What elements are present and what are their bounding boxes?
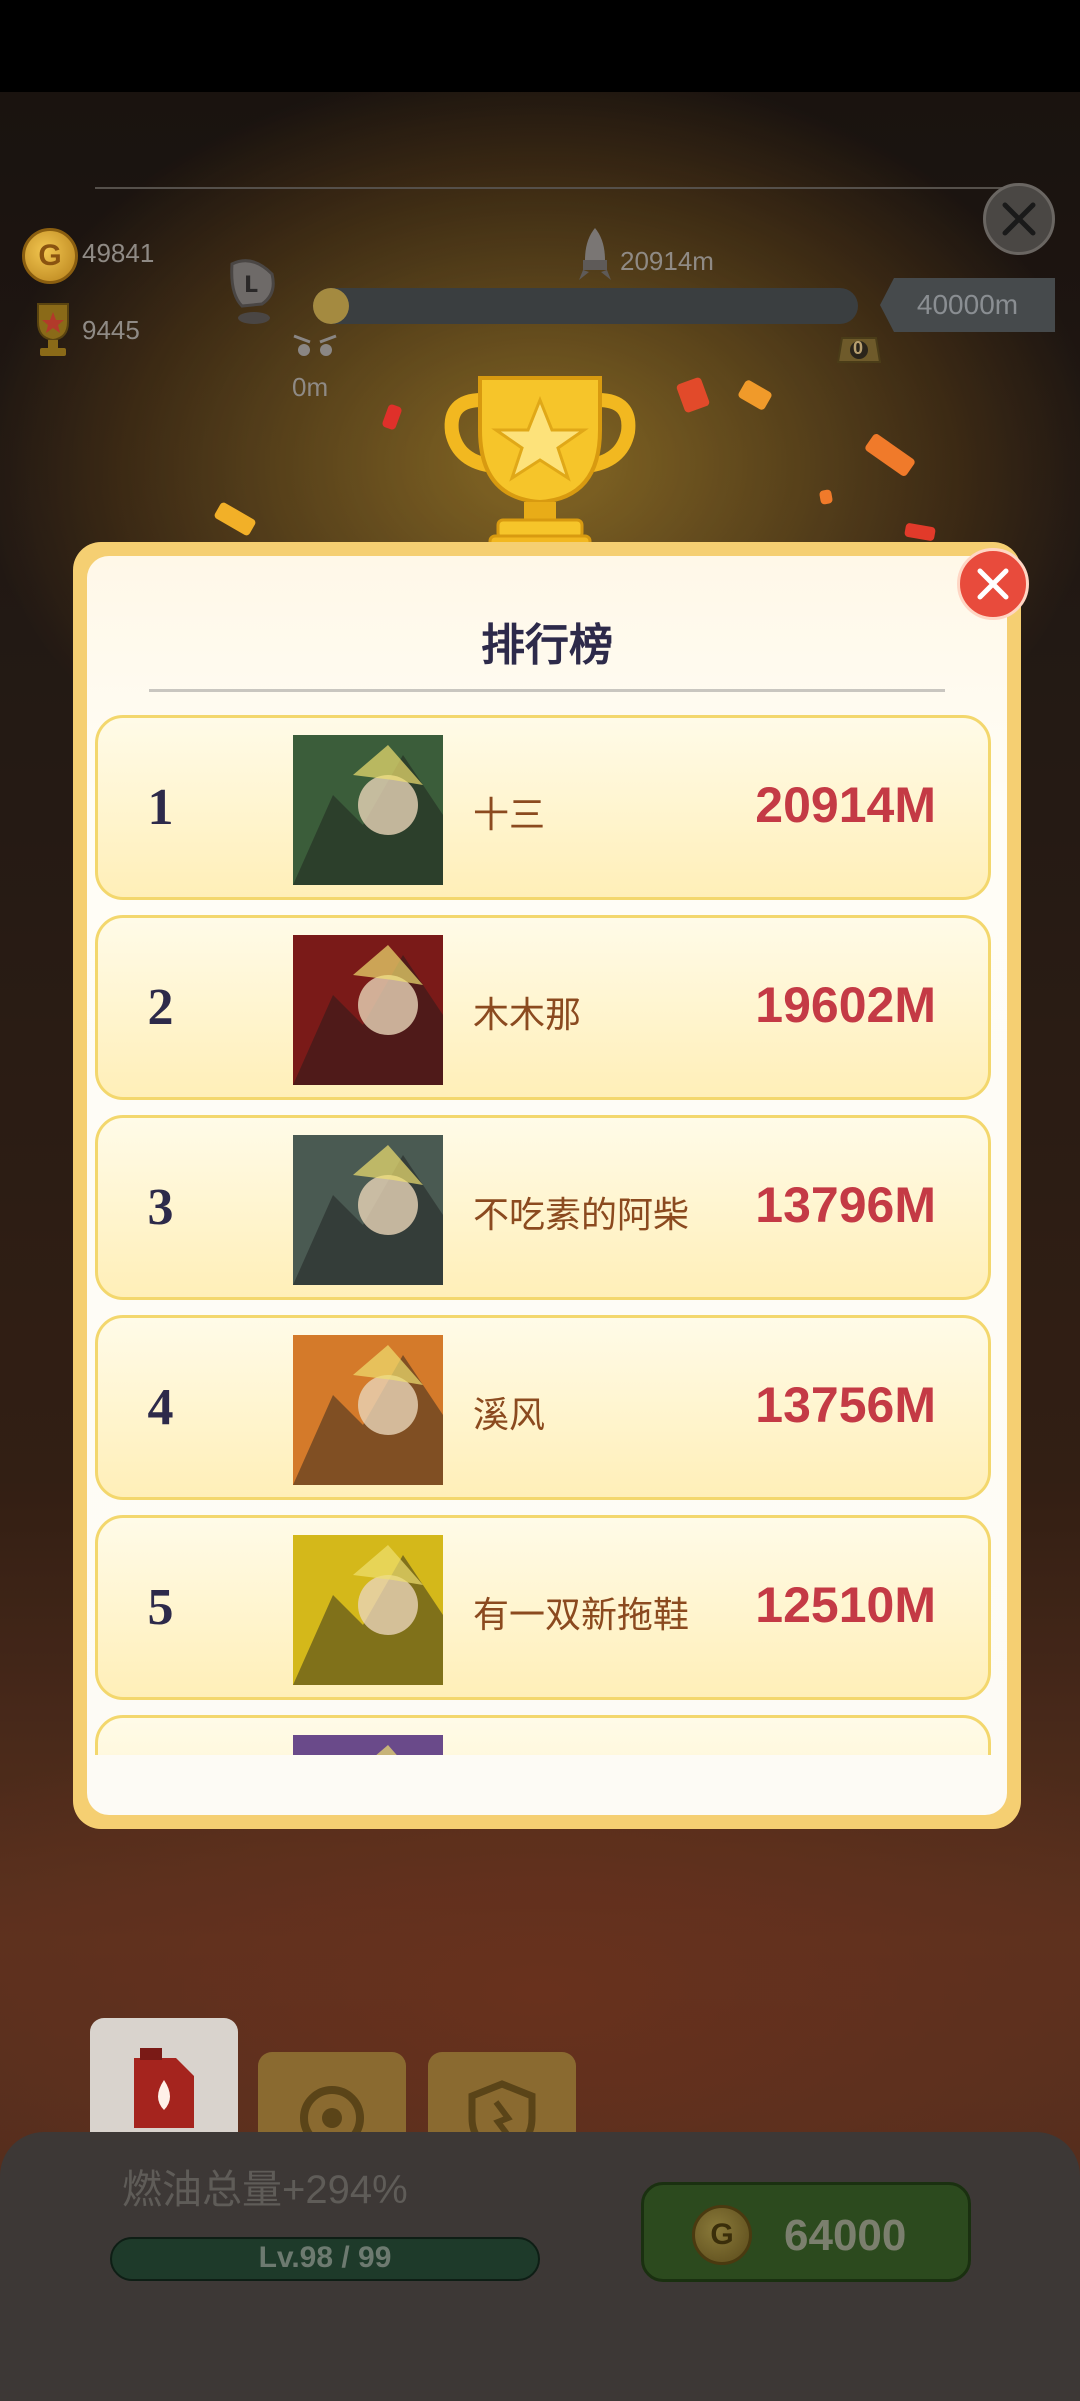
badge-count: 0 (853, 338, 864, 358)
rank-number: 2 (147, 979, 174, 1036)
leaderboard-title: 排行榜 (481, 621, 613, 670)
player-avatar (293, 1135, 443, 1285)
rank-number: 1 (147, 779, 174, 836)
player-distance: 13756M (755, 1377, 936, 1433)
start-distance: 0m (292, 372, 329, 402)
player-name: 木木那 (473, 994, 582, 1035)
goal-distance-tag: 40000m (880, 278, 1055, 332)
trophy-count: 9445 (82, 315, 140, 345)
close-game-button[interactable] (983, 183, 1055, 255)
player-name: 溪风 (473, 1394, 546, 1435)
player-avatar (293, 935, 443, 1085)
close-leaderboard-button[interactable] (957, 548, 1029, 620)
upgrade-cost: 64000 (784, 2211, 907, 2260)
badge-icon: 0 (834, 330, 884, 370)
angry-eyes-icon (292, 330, 338, 360)
leaderboard-row[interactable]: 1 十三 20914M (95, 715, 991, 900)
fuel-bonus-label: 燃油总量+294% (122, 2168, 408, 2212)
status-bar (0, 0, 1080, 92)
rank-number: 3 (147, 1179, 174, 1236)
player-distance: 12510M (755, 1577, 936, 1633)
leaderboard-row[interactable]: 5 有一双新拖鞋 12510M (95, 1515, 991, 1700)
leaderboard-row[interactable] (95, 1715, 991, 1755)
leaderboard-row[interactable]: 2 木木那 19602M (95, 915, 991, 1100)
close-icon (1002, 202, 1036, 236)
player-name: 十三 (473, 794, 546, 835)
top-divider (95, 187, 1005, 189)
player-avatar (293, 1535, 443, 1685)
trophy-icon (440, 370, 640, 560)
fuel-can-icon (134, 2048, 194, 2128)
svg-text:L: L (244, 273, 258, 298)
distance-progress-fill (313, 288, 349, 324)
rank-number: 5 (147, 1579, 174, 1636)
leaderboard-list[interactable]: 1 十三 20914M 2 木木那 19602M 3 不吃素的阿柴 13796M 4 溪风 13756… (95, 715, 991, 1755)
confetti (818, 489, 834, 505)
player-distance: 19602M (755, 977, 936, 1033)
player-distance: 20914M (755, 777, 936, 833)
character-icon: L (222, 254, 282, 334)
title-divider (149, 689, 945, 692)
player-name: 不吃素的阿柴 (473, 1194, 690, 1235)
player-name: 有一双新拖鞋 (473, 1594, 690, 1635)
player-distance: 13796M (755, 1177, 936, 1233)
coin-icon: G (22, 228, 78, 284)
player-avatar (293, 1335, 443, 1485)
leaderboard-row[interactable]: 4 溪风 13756M (95, 1315, 991, 1500)
distance-progress-track (313, 288, 858, 324)
close-icon (977, 568, 1009, 600)
current-distance: 20914m (620, 246, 714, 276)
rocket-icon (577, 226, 613, 282)
coin-icon: G (692, 2205, 752, 2265)
rank-number: 4 (147, 1379, 174, 1436)
player-avatar (293, 1735, 443, 1755)
leaderboard-row[interactable]: 3 不吃素的阿柴 13796M (95, 1115, 991, 1300)
upgrade-button[interactable]: G 64000 (641, 2182, 971, 2282)
trophy-small-icon (28, 300, 78, 360)
coin-count: 49841 (82, 238, 155, 268)
player-avatar (293, 735, 443, 885)
level-text: Lv.98 / 99 (258, 2241, 392, 2274)
